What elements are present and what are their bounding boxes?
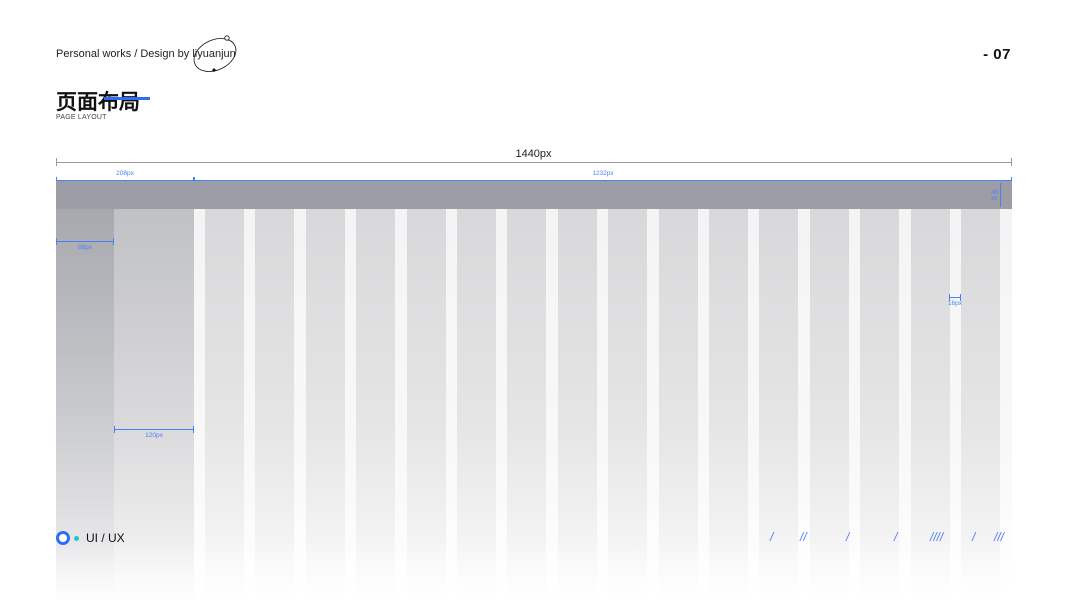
content-width-label: 1232px — [592, 170, 614, 177]
slash-group: / — [972, 530, 976, 544]
panel-width-dimension — [114, 426, 194, 433]
sidebar-width-dimension — [56, 238, 114, 245]
ring-icon — [56, 531, 70, 545]
slash-group: / — [846, 530, 850, 544]
slash-group: / — [770, 530, 774, 544]
grid-column — [255, 209, 295, 600]
brand-label: UI / UX — [86, 531, 125, 545]
brand-mark: UI / UX — [56, 531, 125, 545]
grid-column — [658, 209, 698, 600]
grid-column — [709, 209, 748, 600]
orbit-ring-icon — [193, 35, 237, 72]
grid-column — [406, 209, 446, 600]
grid-column — [356, 209, 396, 600]
title-accent-bar — [104, 97, 150, 100]
topbar-height-label: 48 px — [991, 190, 998, 202]
side-panel-block — [114, 209, 194, 600]
dot-icon — [74, 535, 79, 541]
slash-group: // — [800, 530, 807, 544]
grid-column — [457, 209, 496, 600]
page-title: 页面布局 — [56, 91, 140, 114]
grid-column — [205, 209, 244, 600]
top-bar-block — [56, 181, 1012, 209]
gutter-label: 16px — [947, 300, 963, 307]
grid-column — [608, 209, 648, 600]
layout-spec-page: Personal works / Design by liyuanjun - 0… — [0, 0, 1067, 600]
gutter-dimension — [949, 294, 961, 301]
grid-column — [305, 209, 345, 600]
panel-width-label: 120px — [145, 432, 163, 439]
total-width-dimension — [56, 158, 1012, 166]
sidebar-width-label: 88px — [77, 244, 93, 251]
page-number: - 07 — [983, 46, 1011, 63]
slash-group: / — [894, 530, 898, 544]
nav-width-label: 208px — [116, 170, 134, 177]
slash-group: //// — [930, 530, 944, 544]
grid-column — [557, 209, 597, 600]
grid-column — [507, 209, 547, 600]
slash-decoration: / // / / //// / /// — [760, 530, 1015, 546]
slash-group: /// — [994, 530, 1005, 544]
